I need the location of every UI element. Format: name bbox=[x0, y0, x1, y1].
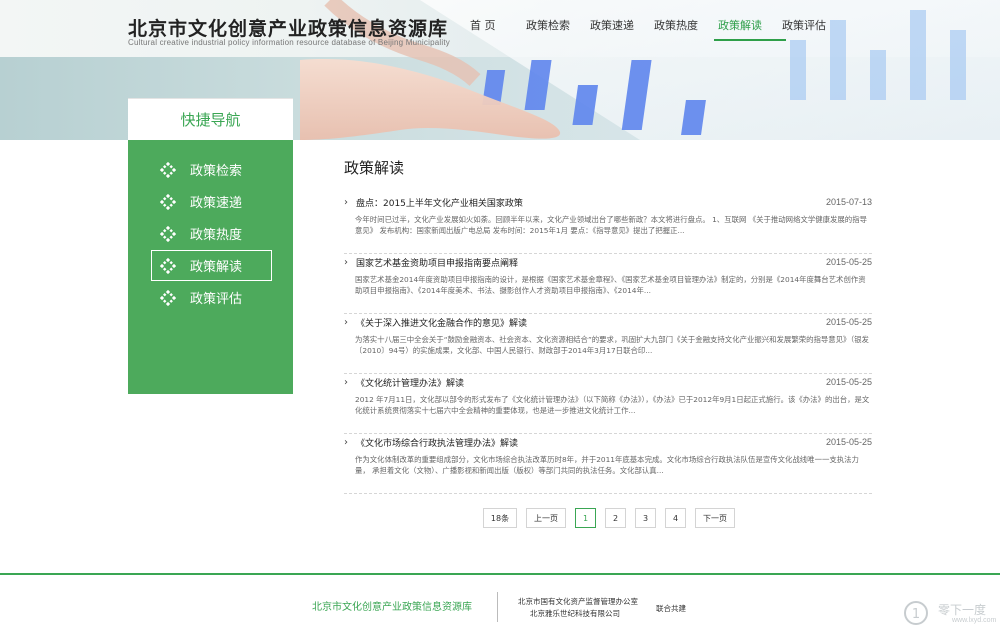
watermark-url: www.lxyd.com bbox=[952, 617, 997, 624]
diamond-dots-icon bbox=[160, 289, 176, 306]
pagination-total: 18条 bbox=[483, 508, 517, 528]
footer bbox=[0, 575, 1000, 632]
page-button-1[interactable]: 1 bbox=[575, 508, 596, 528]
article-date: 2015-05-25 bbox=[825, 257, 872, 267]
article-item: › 《关于深入推进文化金融合作的意见》解读 2015-05-25 为落实十八届三… bbox=[344, 314, 872, 374]
quick-nav-header: 快捷导航 bbox=[128, 98, 293, 140]
page-button-4[interactable]: 4 bbox=[665, 508, 686, 528]
sidebar-item-search[interactable]: 政策检索 bbox=[151, 154, 272, 185]
article-summary: 国家艺术基金2014年度资助项目申报指南的设计，是根据《国家艺术基金章程》、《国… bbox=[355, 275, 866, 295]
sidebar-item-hotness[interactable]: 政策热度 bbox=[151, 218, 272, 249]
nav-item-search[interactable]: 政策检索 bbox=[526, 17, 590, 39]
article-title-link[interactable]: 国家艺术基金资助项目申报指南要点阐释 bbox=[356, 256, 826, 269]
site-subtitle: Cultural creative industrial policy info… bbox=[128, 38, 450, 47]
sidebar-item-label: 政策速递 bbox=[190, 196, 243, 211]
nav-item-express[interactable]: 政策速递 bbox=[590, 17, 654, 39]
article-title-link[interactable]: 盘点：2015上半年文化产业相关国家政策 bbox=[356, 196, 826, 209]
watermark-logo-icon: 1 bbox=[904, 601, 928, 625]
article-item: › 盘点：2015上半年文化产业相关国家政策 2015-07-13 今年时间已过… bbox=[344, 194, 872, 254]
pagination: 18条 上一页 1 2 3 4 下一页 bbox=[483, 508, 744, 528]
chevron-right-icon: › bbox=[344, 436, 348, 448]
prev-page-button[interactable]: 上一页 bbox=[526, 508, 566, 528]
nav-item-evaluation[interactable]: 政策评估 bbox=[782, 17, 846, 39]
watermark: 1 零下一度 www.lxyd.com bbox=[903, 598, 1000, 630]
article-item: › 国家艺术基金资助项目申报指南要点阐释 2015-05-25 国家艺术基金20… bbox=[344, 254, 872, 314]
chevron-right-icon: › bbox=[344, 256, 348, 268]
page-button-3[interactable]: 3 bbox=[635, 508, 656, 528]
article-summary: 作为文化体制改革的重要组成部分，文化市场综合执法改革历时8年，并于2011年底基… bbox=[355, 455, 859, 475]
footer-org-1: 北京市国有文化资产监督管理办公室 bbox=[518, 597, 638, 606]
article-summary: 2012 年7月11日，文化部以部令的形式发布了《文化统计管理办法》（以下简称《… bbox=[355, 395, 870, 415]
article-title-link[interactable]: 《文化市场综合行政执法管理办法》解读 bbox=[356, 436, 826, 449]
diamond-dots-icon bbox=[160, 161, 176, 178]
article-date: 2015-05-25 bbox=[825, 317, 872, 327]
sidebar-item-evaluation[interactable]: 政策评估 bbox=[151, 282, 272, 313]
nav-item-interpretation[interactable]: 政策解读 bbox=[714, 17, 786, 41]
nav-item-home[interactable]: 首 页 bbox=[470, 17, 526, 39]
nav-item-hotness[interactable]: 政策热度 bbox=[654, 17, 718, 39]
watermark-text: 零下一度 bbox=[938, 603, 987, 617]
footer-joint-label: 联合共建 bbox=[656, 604, 686, 613]
article-date: 2015-05-25 bbox=[825, 437, 872, 447]
footer-separator bbox=[497, 592, 498, 622]
article-summary: 今年时间已过半，文化产业发展如火如荼。回顾半年以来，文化产业领域出台了哪些新政？… bbox=[355, 215, 867, 235]
sidebar-item-label: 政策解读 bbox=[190, 260, 243, 275]
chevron-right-icon: › bbox=[344, 376, 348, 388]
article-date: 2015-07-13 bbox=[825, 197, 872, 207]
chevron-right-icon: › bbox=[344, 196, 348, 208]
article-date: 2015-05-25 bbox=[825, 377, 872, 387]
main-nav: 首 页 政策检索 政策速递 政策热度 政策解读 政策评估 bbox=[470, 17, 846, 41]
article-title-link[interactable]: 《文化统计管理办法》解读 bbox=[356, 376, 826, 389]
sidebar-item-label: 政策评估 bbox=[190, 292, 243, 307]
next-page-button[interactable]: 下一页 bbox=[695, 508, 735, 528]
diamond-dots-icon bbox=[160, 257, 176, 274]
svg-text:1: 1 bbox=[912, 607, 920, 622]
sidebar-item-express[interactable]: 政策速递 bbox=[151, 186, 272, 217]
sidebar: 政策检索 政策速递 政策热度 政策解读 政策评估 bbox=[128, 140, 293, 394]
footer-site-name: 北京市文化创意产业政策信息资源库 bbox=[312, 602, 472, 613]
article-title-link[interactable]: 《关于深入推进文化金融合作的意见》解读 bbox=[356, 316, 826, 329]
sidebar-item-label: 政策热度 bbox=[190, 228, 243, 243]
article-summary: 为落实十八届三中全会关于“鼓励金融资本、社会资本、文化资源相结合”的要求，巩固扩… bbox=[355, 335, 869, 355]
article-item: › 《文化统计管理办法》解读 2015-05-25 2012 年7月11日，文化… bbox=[344, 374, 872, 434]
diamond-dots-icon bbox=[160, 225, 176, 242]
footer-org-2: 北京雅乐世纪科技有限公司 bbox=[530, 609, 620, 618]
sidebar-item-interpretation[interactable]: 政策解读 bbox=[151, 250, 272, 281]
page-button-2[interactable]: 2 bbox=[605, 508, 626, 528]
article-item: › 《文化市场综合行政执法管理办法》解读 2015-05-25 作为文化体制改革… bbox=[344, 434, 872, 494]
page-title: 政策解读 bbox=[344, 159, 405, 177]
chevron-right-icon: › bbox=[344, 316, 348, 328]
diamond-dots-icon bbox=[160, 193, 176, 210]
sidebar-item-label: 政策检索 bbox=[190, 164, 243, 179]
site-title: 北京市文化创意产业政策信息资源库 bbox=[128, 18, 449, 40]
